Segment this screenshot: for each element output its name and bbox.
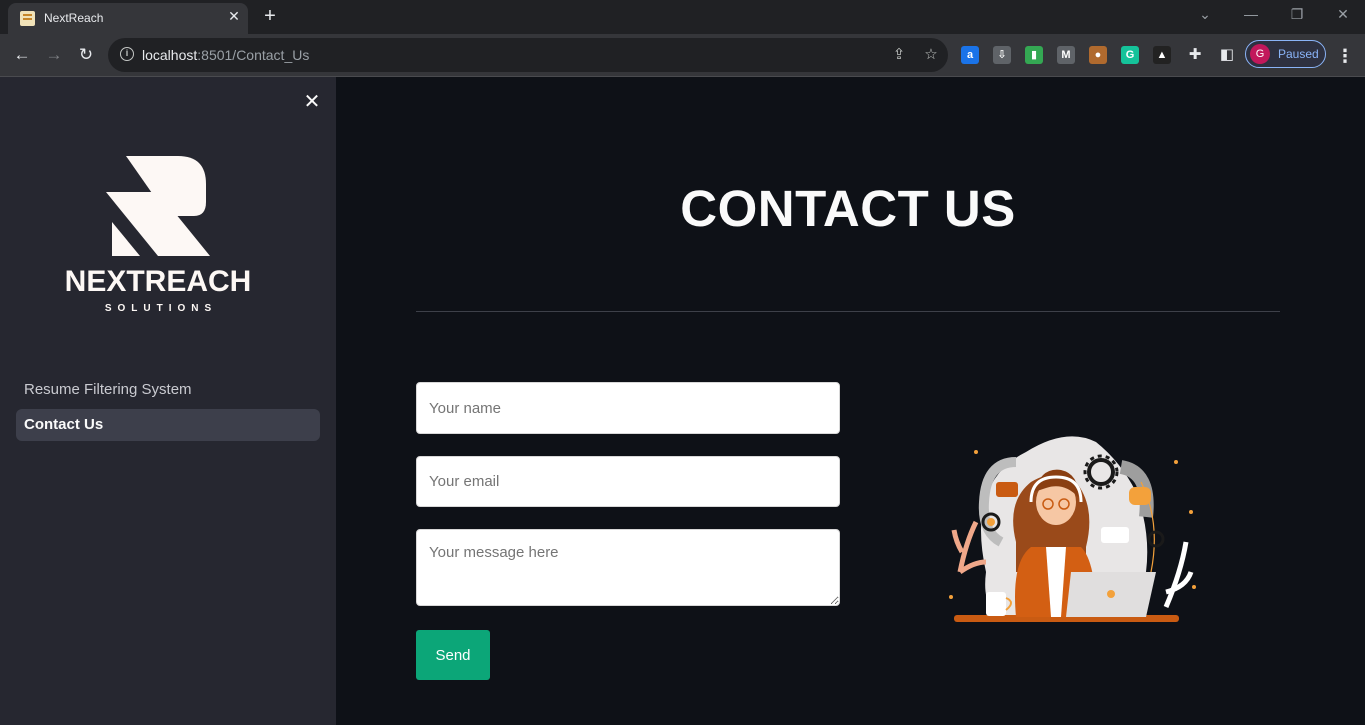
sidebar-item-resume-filtering[interactable]: Resume Filtering System	[16, 374, 320, 406]
extensions-puzzle-icon[interactable]: ✚	[1183, 43, 1207, 67]
forward-icon[interactable]: →	[42, 43, 66, 67]
tab-search-icon[interactable]: ⌄	[1195, 6, 1215, 23]
restore-icon[interactable]: ❐	[1287, 6, 1307, 23]
url-text[interactable]: localhost:8501/Contact_Us	[142, 47, 309, 63]
page-title: CONTACT US	[680, 180, 1016, 237]
address-bar[interactable]: i localhost:8501/Contact_Us ⇪ ☆	[108, 38, 948, 72]
save-ext-icon[interactable]: ⇩	[993, 46, 1011, 64]
grammarly-ext-icon[interactable]: G	[1121, 46, 1139, 64]
browser-menu-icon[interactable]: ⋮	[1336, 44, 1354, 68]
sidebar: ✕ NEXTREACH SOLUTIONS Resume Filtering S…	[0, 77, 336, 725]
notepad-favicon-icon	[20, 11, 35, 26]
sidebar-close-icon[interactable]: ✕	[302, 92, 322, 112]
email-input[interactable]	[416, 456, 840, 507]
tab-title: NextReach	[44, 11, 104, 25]
main-content: CONTACT US Send	[336, 77, 1365, 725]
profile-button[interactable]: G Paused	[1245, 40, 1326, 68]
browser-toolbar: ← → ↻ i localhost:8501/Contact_Us ⇪ ☆ a ⇩…	[0, 34, 1365, 77]
bookmark-star-icon[interactable]: ☆	[922, 46, 940, 64]
back-icon[interactable]: ←	[10, 43, 34, 67]
m-ext-icon[interactable]: M	[1057, 46, 1075, 64]
window-close-icon[interactable]: ✕	[1333, 6, 1353, 23]
cookie-ext-icon[interactable]: ●	[1089, 46, 1107, 64]
a-ext-icon[interactable]: a	[961, 46, 979, 64]
bars-ext-icon[interactable]: ▮	[1025, 46, 1043, 64]
share-icon[interactable]: ⇪	[890, 46, 908, 64]
browser-tab[interactable]: NextReach ✕	[8, 3, 248, 34]
bird-ext-icon[interactable]: ▲	[1153, 46, 1171, 64]
logo-subtitle: SOLUTIONS	[104, 303, 218, 314]
side-panel-icon[interactable]: ◧	[1215, 43, 1239, 67]
tab-close-icon[interactable]: ✕	[226, 8, 242, 24]
customer-support-illustration	[949, 436, 1196, 622]
logo-name: NEXTREACH	[64, 265, 252, 298]
send-button[interactable]: Send	[416, 630, 490, 680]
sidebar-item-contact-us[interactable]: Contact Us	[16, 409, 320, 441]
minimize-icon[interactable]: —	[1241, 6, 1261, 22]
browser-titlebar: NextReach ✕ + ⌄ — ❐ ✕	[0, 0, 1365, 34]
site-info-icon[interactable]: i	[120, 47, 134, 61]
reload-icon[interactable]: ↻	[74, 43, 98, 67]
profile-status: Paused	[1278, 47, 1319, 61]
message-textarea[interactable]	[416, 529, 840, 606]
logo-mark-icon	[106, 156, 210, 256]
nextreach-logo: NEXTREACH SOLUTIONS	[58, 152, 258, 322]
divider	[416, 311, 1280, 312]
avatar: G	[1250, 44, 1270, 64]
name-input[interactable]	[416, 382, 840, 434]
new-tab-button[interactable]: +	[260, 5, 280, 27]
